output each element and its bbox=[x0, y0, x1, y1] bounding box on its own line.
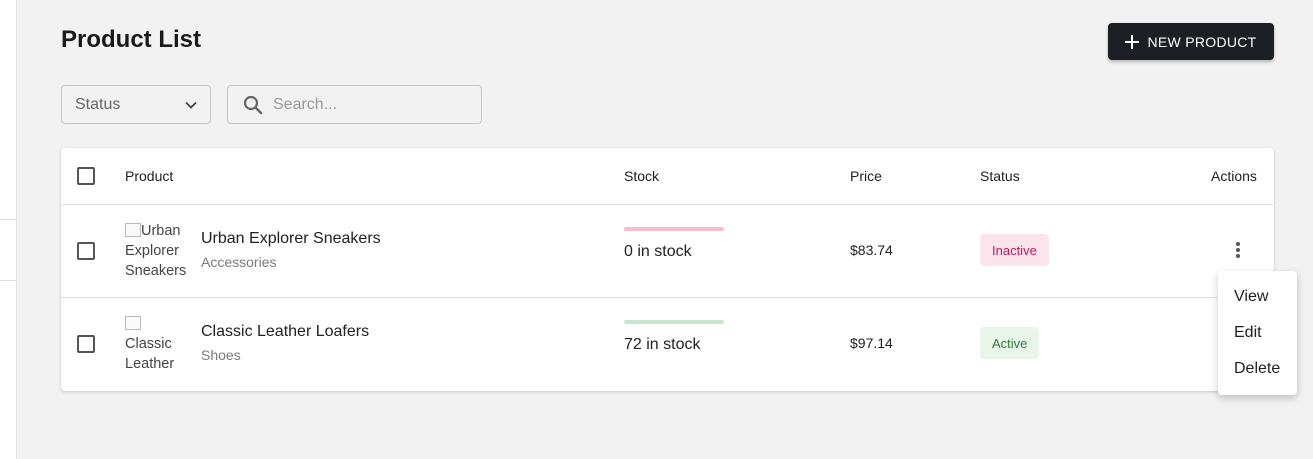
status-filter-label: Status bbox=[75, 95, 121, 113]
status-badge: Active bbox=[980, 327, 1040, 359]
column-header-price[interactable]: Price bbox=[850, 168, 882, 184]
chevron-down-icon bbox=[185, 101, 197, 109]
stock-text: 0 in stock bbox=[624, 243, 692, 260]
new-product-button[interactable]: NEW PRODUCT bbox=[1108, 23, 1274, 60]
image-alt-line: Explorer bbox=[125, 243, 179, 259]
column-header-product[interactable]: Product bbox=[125, 168, 173, 184]
product-name[interactable]: Classic Leather Loafers bbox=[201, 323, 369, 341]
menu-item-edit[interactable]: Edit bbox=[1218, 315, 1297, 351]
product-price: $97.14 bbox=[850, 335, 893, 351]
plus-icon bbox=[1125, 34, 1140, 49]
broken-image-icon bbox=[125, 316, 141, 330]
row-checkbox[interactable] bbox=[77, 335, 95, 353]
image-alt-line: Leather bbox=[125, 356, 175, 372]
side-navigation-rail bbox=[0, 0, 17, 459]
status-filter-select[interactable]: Status bbox=[61, 85, 211, 124]
stock-text: 72 in stock bbox=[624, 336, 701, 353]
product-category: Accessories bbox=[201, 254, 277, 270]
table-row[interactable]: Classic Leather Classic Leather Loafers … bbox=[61, 298, 1274, 391]
product-price: $83.74 bbox=[850, 242, 893, 258]
page-title: Product List bbox=[61, 26, 202, 53]
image-alt-line: Classic bbox=[125, 336, 172, 352]
product-name[interactable]: Urban Explorer Sneakers bbox=[201, 230, 381, 248]
row-actions-menu: View Edit Delete bbox=[1218, 271, 1297, 395]
new-product-label: NEW PRODUCT bbox=[1147, 33, 1257, 50]
table-row[interactable]: Urban Explorer Sneakers Urban Explorer S… bbox=[61, 205, 1274, 298]
more-vertical-icon[interactable] bbox=[1228, 240, 1248, 260]
image-alt-line: Sneakers bbox=[125, 263, 187, 279]
column-header-stock[interactable]: Stock bbox=[624, 168, 659, 184]
menu-item-view[interactable]: View bbox=[1218, 279, 1297, 315]
stock-level-bar bbox=[624, 320, 724, 324]
rail-divider bbox=[0, 280, 16, 281]
product-table: Product Stock Price Status Actions Urban… bbox=[61, 148, 1274, 391]
search-icon bbox=[243, 95, 263, 115]
product-image-broken: Urban Explorer Sneakers bbox=[125, 221, 189, 281]
select-all-checkbox[interactable] bbox=[77, 167, 95, 185]
stock-level-bar bbox=[624, 227, 724, 231]
column-header-actions: Actions bbox=[1211, 168, 1257, 184]
product-category: Shoes bbox=[201, 347, 241, 363]
rail-divider bbox=[0, 219, 16, 220]
image-alt-line: Urban bbox=[141, 223, 181, 239]
row-checkbox[interactable] bbox=[77, 242, 95, 260]
column-header-status[interactable]: Status bbox=[980, 168, 1020, 184]
table-header-row: Product Stock Price Status Actions bbox=[61, 148, 1274, 205]
status-badge: Inactive bbox=[980, 234, 1049, 266]
menu-item-delete[interactable]: Delete bbox=[1218, 351, 1297, 387]
search-field[interactable] bbox=[227, 85, 482, 124]
search-input[interactable] bbox=[273, 94, 473, 116]
product-image-broken: Classic Leather bbox=[125, 314, 189, 374]
broken-image-icon bbox=[125, 223, 141, 237]
